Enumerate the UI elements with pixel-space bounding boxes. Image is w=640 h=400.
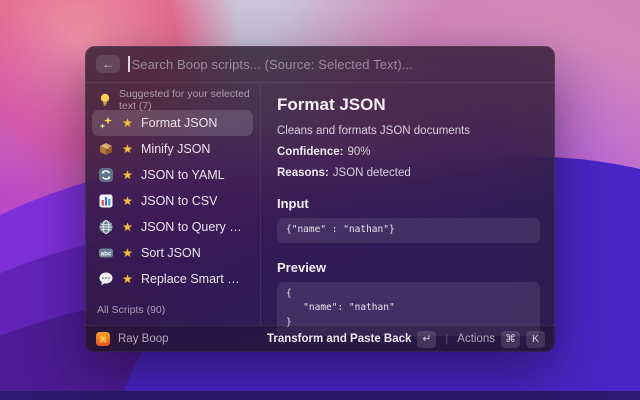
list-item-label: Minify JSON (141, 142, 210, 156)
wallpaper-bottom-band (0, 391, 640, 400)
primary-action-button[interactable]: Transform and Paste Back ↵ (267, 331, 436, 348)
input-code-block: {"name" : "nathan"} (277, 218, 540, 243)
package-icon (98, 141, 114, 157)
globe-icon (98, 219, 114, 235)
command-key-icon: ⌘ (501, 331, 520, 348)
list-item-minify-json[interactable]: ★ Minify JSON (92, 136, 253, 162)
statusbar-divider: | (445, 333, 448, 345)
arrows-circle-icon (98, 167, 114, 183)
confidence-label: Confidence: (277, 146, 343, 158)
confidence-value: 90% (347, 146, 370, 158)
lightbulb-icon (97, 92, 113, 108)
list-item-replace-smart-quotes[interactable]: ★ Replace Smart Quotes (92, 266, 253, 292)
list-item-label: JSON to YAML (141, 168, 225, 182)
input-heading: Input (277, 196, 540, 211)
detail-description: Cleans and formats JSON documents (277, 125, 540, 137)
return-key-icon: ↵ (417, 331, 436, 348)
confidence-row: Confidence: 90% (277, 146, 540, 158)
back-arrow-icon: ← (102, 57, 114, 71)
svg-text:⌘: ⌘ (99, 336, 107, 346)
actions-menu-button[interactable]: Actions ⌘ K (457, 331, 545, 348)
section-header-label: All Scripts (90) (97, 304, 165, 316)
list-item-sort-json[interactable]: abc ★ Sort JSON (92, 240, 253, 266)
script-list: Suggested for your selected text (7) ★ F… (85, 83, 260, 325)
list-item-label: Format JSON (141, 116, 217, 130)
boop-app-icon: ⌘ (95, 331, 111, 347)
section-header-all-scripts: All Scripts (90) (92, 299, 253, 320)
list-item-label: Replace Smart Quotes (141, 272, 247, 286)
text-cursor (128, 56, 130, 72)
list-item-label: JSON to Query String (141, 220, 247, 234)
app-name: Ray Boop (118, 333, 169, 345)
abc-input-icon: abc (98, 245, 114, 261)
reasons-value: JSON detected (333, 167, 411, 179)
input-code-text: {"name" : "nathan"} (286, 223, 531, 238)
reasons-row: Reasons: JSON detected (277, 167, 540, 179)
favorite-star-icon: ★ (121, 194, 134, 208)
list-item-label: JSON to CSV (141, 194, 217, 208)
favorite-star-icon: ★ (121, 142, 134, 156)
search-bar: ← Search Boop scripts... (Source: Select… (85, 46, 555, 82)
search-placeholder: Search Boop scripts... (Source: Selected… (132, 57, 413, 72)
favorite-star-icon: ★ (121, 220, 134, 234)
svg-text:abc: abc (101, 251, 112, 258)
favorite-star-icon: ★ (121, 246, 134, 260)
reasons-label: Reasons: (277, 167, 329, 179)
speech-balloon-icon (98, 271, 114, 287)
list-item-label: Sort JSON (141, 246, 201, 260)
bar-chart-icon (98, 193, 114, 209)
back-button[interactable]: ← (96, 55, 120, 73)
list-item-json-to-csv[interactable]: ★ JSON to CSV (92, 188, 253, 214)
actions-label: Actions (457, 333, 495, 345)
list-item-json-to-query-string[interactable]: ★ JSON to Query String (92, 214, 253, 240)
favorite-star-icon: ★ (121, 272, 134, 286)
status-bar: ⌘ Ray Boop Transform and Paste Back ↵ | … (85, 325, 555, 352)
preview-heading: Preview (277, 260, 540, 275)
detail-title: Format JSON (277, 95, 540, 115)
window-body: Suggested for your selected text (7) ★ F… (85, 83, 555, 325)
list-item-json-to-yaml[interactable]: ★ JSON to YAML (92, 162, 253, 188)
section-header-label: Suggested for your selected text (7) (119, 88, 253, 112)
search-input[interactable]: Search Boop scripts... (Source: Selected… (128, 56, 544, 72)
detail-panel: Format JSON Cleans and formats JSON docu… (261, 83, 555, 325)
favorite-star-icon: ★ (121, 116, 134, 130)
favorite-star-icon: ★ (121, 168, 134, 182)
sparkles-icon (98, 115, 114, 131)
raycast-window: ← Search Boop scripts... (Source: Select… (85, 46, 555, 352)
primary-action-label: Transform and Paste Back (267, 333, 411, 345)
section-header-suggested: Suggested for your selected text (7) (92, 89, 253, 110)
k-key-icon: K (526, 331, 545, 348)
list-item-format-json[interactable]: ★ Format JSON (92, 110, 253, 136)
